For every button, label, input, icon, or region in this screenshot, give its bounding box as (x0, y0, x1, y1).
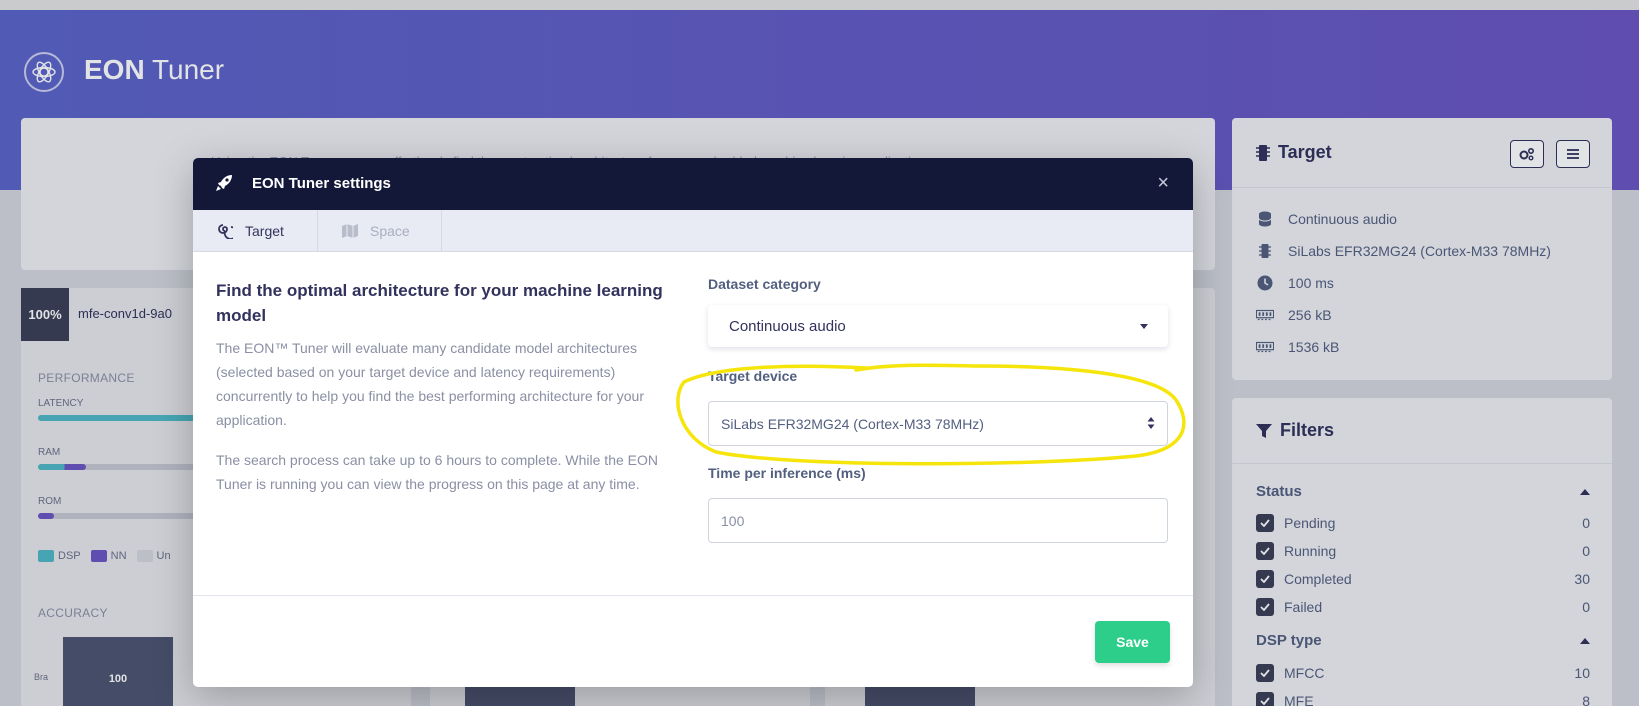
yellow-highlight-annotation (676, 363, 1186, 466)
map-icon (342, 224, 358, 238)
time-per-inference-input[interactable]: 100 (708, 498, 1168, 543)
eon-tuner-settings-modal: EON Tuner settings × Target Space Find t… (193, 158, 1193, 687)
modal-title: EON Tuner settings (252, 175, 391, 192)
tab-space[interactable]: Space (318, 210, 442, 252)
caret-down-icon (1140, 324, 1148, 329)
modal-body: Find the optimal architecture for your m… (193, 252, 1193, 595)
modal-footer: Save (193, 595, 1193, 687)
close-icon[interactable]: × (1157, 172, 1169, 195)
modal-duration-note: The search process can take up to 6 hour… (216, 452, 658, 492)
dataset-category-select[interactable]: Continuous audio (708, 305, 1168, 347)
target-spiral-icon (218, 224, 233, 239)
modal-description: The EON™ Tuner will evaluate many candid… (216, 340, 644, 428)
dataset-category-label: Dataset category (708, 276, 821, 292)
modal-tabs: Target Space (193, 210, 1193, 252)
tab-target[interactable]: Target (193, 210, 318, 252)
modal-heading: Find the optimal architecture for your m… (216, 281, 663, 325)
modal-header: EON Tuner settings × (193, 158, 1193, 210)
rocket-icon (216, 175, 232, 191)
save-button[interactable]: Save (1095, 621, 1170, 663)
